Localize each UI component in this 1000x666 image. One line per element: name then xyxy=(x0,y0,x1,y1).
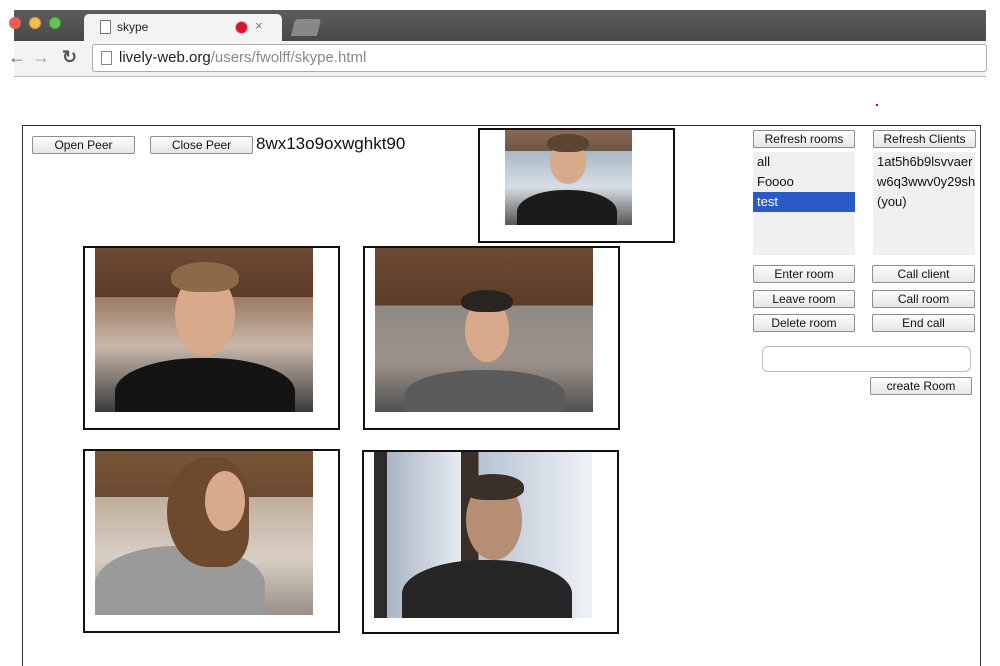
rooms-list[interactable]: all Foooo test xyxy=(753,152,855,255)
remote-video xyxy=(362,450,619,634)
leave-room-button[interactable]: Leave room xyxy=(753,290,855,308)
peer-id-label: 8wx13o9oxwghkt90 xyxy=(256,134,406,153)
url-host: lively-web.org xyxy=(119,49,211,66)
remote-video-feed xyxy=(374,452,592,618)
browser-tab[interactable]: skype × xyxy=(84,14,282,41)
refresh-rooms-button[interactable]: Refresh rooms xyxy=(753,130,855,148)
room-item[interactable]: Foooo xyxy=(753,172,855,192)
client-item[interactable]: (you) xyxy=(873,192,975,212)
tab-title: skype xyxy=(117,20,149,34)
new-tab-button[interactable] xyxy=(290,19,322,36)
close-peer-button[interactable]: Close Peer xyxy=(150,136,253,154)
remote-video-feed xyxy=(375,248,593,412)
remote-video xyxy=(83,449,340,633)
reload-icon[interactable]: ↻ xyxy=(62,47,77,68)
browser-toolbar: ← → ↻ lively-web.org/users/fwolff/skype.… xyxy=(8,41,987,77)
room-item-selected[interactable]: test xyxy=(753,192,855,212)
create-room-button[interactable]: create Room xyxy=(870,377,972,395)
local-video-feed xyxy=(505,130,632,225)
window-minimize-icon[interactable] xyxy=(29,17,41,29)
address-bar[interactable]: lively-web.org/users/fwolff/skype.html xyxy=(92,44,987,72)
delete-room-button[interactable]: Delete room xyxy=(753,314,855,332)
url-path: /users/fwolff/skype.html xyxy=(210,49,367,66)
clients-list[interactable]: 1at5h6b9lsvvaer w6q3wwv0y29sh (you) xyxy=(873,152,975,255)
back-arrow-icon[interactable]: ← xyxy=(8,47,26,68)
end-call-button[interactable]: End call xyxy=(872,314,975,332)
remote-video xyxy=(363,246,620,430)
refresh-clients-button[interactable]: Refresh Clients xyxy=(873,130,976,148)
open-peer-button[interactable]: Open Peer xyxy=(32,136,135,154)
tab-close-icon[interactable]: × xyxy=(255,18,263,33)
recording-icon xyxy=(236,22,247,33)
enter-room-button[interactable]: Enter room xyxy=(753,265,855,283)
remote-video-feed xyxy=(95,248,313,412)
local-video xyxy=(478,128,675,243)
page-icon xyxy=(100,20,111,34)
client-item[interactable]: w6q3wwv0y29sh xyxy=(873,172,975,192)
forward-arrow-icon[interactable]: → xyxy=(32,47,50,68)
remote-video-feed xyxy=(95,451,313,615)
url-text: lively-web.org/users/fwolff/skype.html xyxy=(119,49,366,66)
page-icon xyxy=(101,51,112,65)
call-client-button[interactable]: Call client xyxy=(872,265,975,283)
window-close-icon[interactable] xyxy=(9,17,21,29)
client-item[interactable]: 1at5h6b9lsvvaer xyxy=(873,152,975,172)
stray-dot xyxy=(876,104,878,106)
room-item[interactable]: all xyxy=(753,152,855,172)
window-maximize-icon[interactable] xyxy=(49,17,61,29)
browser-tab-bar: skype × xyxy=(9,10,986,41)
call-room-button[interactable]: Call room xyxy=(872,290,975,308)
remote-video xyxy=(83,246,340,430)
new-room-name-input[interactable] xyxy=(762,346,971,372)
